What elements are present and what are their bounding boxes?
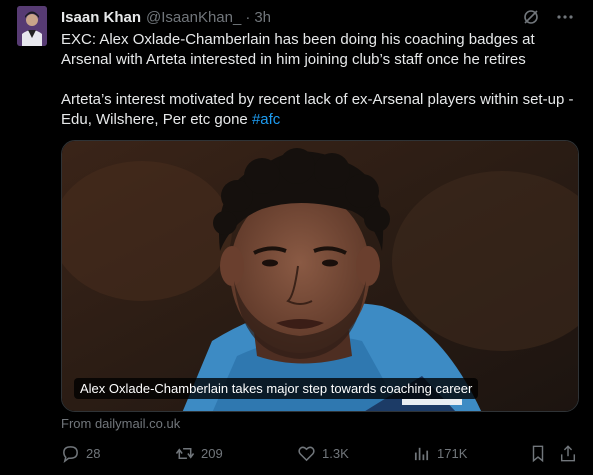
repost-icon — [175, 444, 195, 463]
views-count: 171K — [437, 446, 468, 461]
link-card-caption[interactable]: Alex Oxlade-Chamberlain takes major step… — [74, 378, 479, 399]
views-icon — [412, 444, 431, 463]
like-count: 1.3K — [322, 446, 349, 461]
like-button[interactable]: 1.3K — [297, 444, 349, 463]
reply-icon — [61, 444, 80, 463]
repost-count: 209 — [201, 446, 223, 461]
bookmark-icon — [529, 444, 547, 463]
more-icon[interactable] — [555, 7, 575, 27]
views-button[interactable]: 171K — [412, 444, 467, 463]
hashtag-link[interactable]: #afc — [252, 111, 280, 128]
timestamp[interactable]: 3h — [254, 9, 271, 26]
tweet-paragraph-1: EXC: Alex Oxlade-Chamberlain has been do… — [61, 31, 535, 68]
tweet-header: Isaan Khan @IsaanKhan_ · 3h — [61, 7, 271, 27]
header-actions — [521, 7, 575, 27]
share-icon — [559, 444, 577, 463]
separator-dot: · — [245, 8, 251, 26]
avatar[interactable] — [17, 6, 47, 46]
like-icon — [297, 444, 316, 463]
reply-count: 28 — [86, 446, 101, 461]
tweet-paragraph-2-text: Arteta’s interest motivated by recent la… — [61, 91, 574, 128]
link-source[interactable]: From dailymail.co.uk — [61, 416, 180, 431]
link-card-image[interactable]: Alex Oxlade-Chamberlain takes major step… — [61, 140, 579, 412]
reply-button[interactable]: 28 — [61, 444, 100, 463]
action-bar: 28 209 1.3K 171K — [61, 444, 581, 466]
author-handle[interactable]: @IsaanKhan_ — [146, 9, 241, 26]
author-name[interactable]: Isaan Khan — [61, 9, 141, 26]
tweet-paragraph-2: Arteta’s interest motivated by recent la… — [61, 90, 581, 130]
tweet-text: EXC: Alex Oxlade-Chamberlain has been do… — [61, 30, 581, 130]
bookmark-button[interactable] — [529, 444, 547, 463]
grok-icon[interactable] — [521, 7, 541, 27]
repost-button[interactable]: 209 — [175, 444, 223, 463]
share-button[interactable] — [559, 444, 577, 463]
player-photo — [62, 141, 578, 411]
